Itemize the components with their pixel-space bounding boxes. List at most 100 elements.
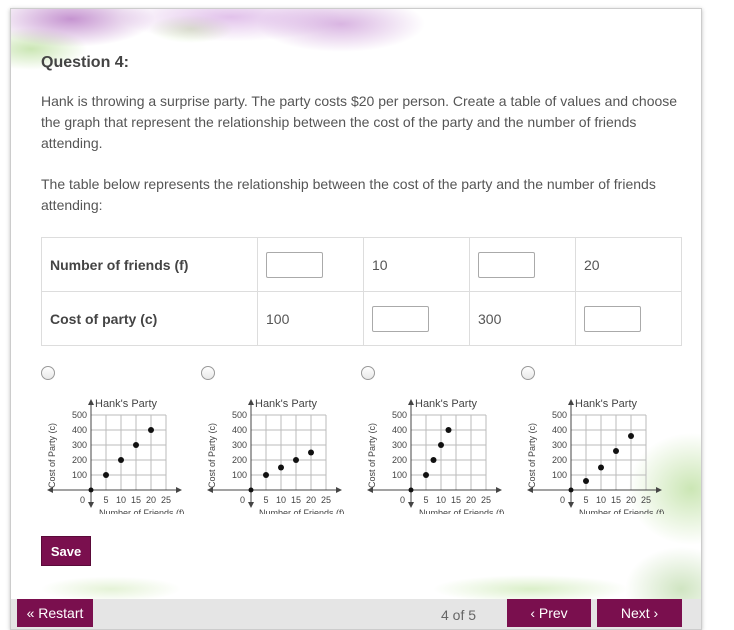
table-cell	[575, 291, 682, 346]
data-point	[628, 433, 634, 439]
y-tick-label: 100	[552, 470, 567, 480]
y-tick-label: 100	[232, 470, 247, 480]
y-tick-label: 100	[392, 470, 407, 480]
y-axis-arrow-down	[88, 502, 94, 508]
y-axis-label: Cost of Party (c)	[527, 423, 537, 488]
cost-input-2[interactable]	[584, 305, 641, 332]
y-axis-arrow-down	[248, 502, 254, 508]
table-cell: 100	[257, 291, 364, 346]
x-axis-arrow	[496, 487, 502, 493]
table-cell: 20	[575, 237, 682, 292]
table-cell	[257, 237, 364, 292]
data-point	[133, 442, 139, 448]
y-axis-arrow	[408, 399, 414, 405]
question-text: Hank is throwing a surprise party. The p…	[41, 93, 678, 151]
y-tick-label: 500	[232, 410, 247, 420]
table-row-cost: Cost of party (c) 100 300	[41, 291, 682, 346]
data-point	[613, 448, 619, 454]
x-tick-label: 5	[583, 495, 588, 505]
save-button[interactable]: Save	[41, 536, 91, 566]
y-tick-label: 300	[392, 440, 407, 450]
origin-point	[408, 487, 414, 493]
table-row-friends: Number of friends (f) 10 20	[41, 237, 682, 292]
table-cell: 300	[469, 291, 576, 346]
x-axis-arrow	[336, 487, 342, 493]
graph-d: Hank's Party Number of Friends (f) Cost of…	[527, 398, 665, 514]
decorative-splash-bottom	[11, 569, 701, 599]
y-tick-label: 400	[392, 425, 407, 435]
x-tick-label: 25	[481, 495, 491, 505]
data-point	[583, 478, 589, 484]
cost-input-1[interactable]	[372, 305, 429, 332]
x-axis-label: Number of Friends (f)	[259, 508, 345, 514]
y-axis-arrow	[568, 399, 574, 405]
x-tick-label: 25	[161, 495, 171, 505]
y-tick-label: 200	[72, 455, 87, 465]
y-axis-arrow-down	[408, 502, 414, 508]
data-point	[423, 472, 429, 478]
restart-button[interactable]: « Restart	[17, 599, 93, 627]
origin-label: 0	[240, 495, 245, 505]
chart-title: Hank's Party	[575, 398, 638, 410]
y-tick-label: 500	[72, 410, 87, 420]
y-axis-label: Cost of Party (c)	[207, 423, 217, 488]
x-axis-arrow	[176, 487, 182, 493]
decorative-splash-top	[11, 9, 701, 84]
table-intro-text: The table below represents the relations…	[41, 176, 656, 213]
row-header-friends: Number of friends (f)	[41, 237, 258, 292]
data-point	[263, 472, 269, 478]
data-point	[598, 464, 604, 471]
origin-point	[88, 487, 94, 493]
x-tick-label: 20	[146, 495, 156, 505]
origin-label: 0	[560, 495, 565, 505]
friends-input-2[interactable]	[478, 251, 535, 278]
x-tick-label: 15	[131, 495, 141, 505]
x-axis-label: Number of Friends (f)	[579, 508, 665, 514]
origin-label: 0	[400, 495, 405, 505]
data-point	[118, 457, 124, 463]
question-panel: Question 4: Hank is throwing a surprise …	[10, 8, 702, 630]
chart-title: Hank's Party	[255, 398, 318, 410]
data-point	[308, 449, 314, 456]
y-tick-label: 300	[232, 440, 247, 450]
x-tick-label: 20	[626, 495, 636, 505]
x-axis-label: Number of Friends (f)	[99, 508, 185, 514]
data-point	[430, 457, 437, 463]
values-table: Number of friends (f) 10 20 Cost of part…	[41, 237, 682, 346]
chart-title: Hank's Party	[415, 398, 478, 410]
origin-point	[248, 487, 254, 493]
x-tick-label: 20	[306, 495, 316, 505]
y-tick-label: 200	[552, 455, 567, 465]
graph-option-a[interactable]: Hank's Party Number of Friends (f) Cost of…	[41, 364, 201, 514]
graph-option-c[interactable]: Hank's Party Number of Friends (f) Cost of…	[361, 364, 521, 514]
x-tick-label: 10	[436, 495, 446, 505]
x-tick-label: 10	[116, 495, 126, 505]
prev-button[interactable]: ‹ Prev	[507, 599, 591, 627]
y-axis-arrow	[88, 399, 94, 405]
y-tick-label: 300	[552, 440, 567, 450]
y-tick-label: 400	[232, 425, 247, 435]
next-button[interactable]: Next ›	[597, 599, 682, 627]
table-cell	[363, 291, 470, 346]
graph-option-d[interactable]: Hank's Party Number of Friends (f) Cost of…	[521, 364, 681, 514]
y-tick-label: 400	[72, 425, 87, 435]
graph-c: Hank's Party Number of Friends (f) Cost of…	[367, 398, 505, 514]
graph-b: Hank's Party Number of Friends (f) Cost of…	[207, 398, 345, 514]
friends-input-1[interactable]	[266, 251, 323, 278]
x-tick-label: 20	[466, 495, 476, 505]
y-tick-label: 100	[72, 470, 87, 480]
data-point	[438, 442, 444, 448]
x-tick-label: 5	[103, 495, 108, 505]
question-title: Question 4:	[41, 54, 130, 71]
chart-title: Hank's Party	[95, 398, 158, 410]
table-cell	[469, 237, 576, 292]
x-tick-label: 10	[596, 495, 606, 505]
origin-label: 0	[80, 495, 85, 505]
table-cell: 10	[363, 237, 470, 292]
y-tick-label: 500	[392, 410, 407, 420]
y-axis-label: Cost of Party (c)	[367, 423, 377, 488]
graph-option-b[interactable]: Hank's Party Number of Friends (f) Cost of…	[201, 364, 361, 514]
y-axis-arrow-down	[568, 502, 574, 508]
x-axis-label: Number of Friends (f)	[419, 508, 505, 514]
data-point	[148, 427, 154, 433]
